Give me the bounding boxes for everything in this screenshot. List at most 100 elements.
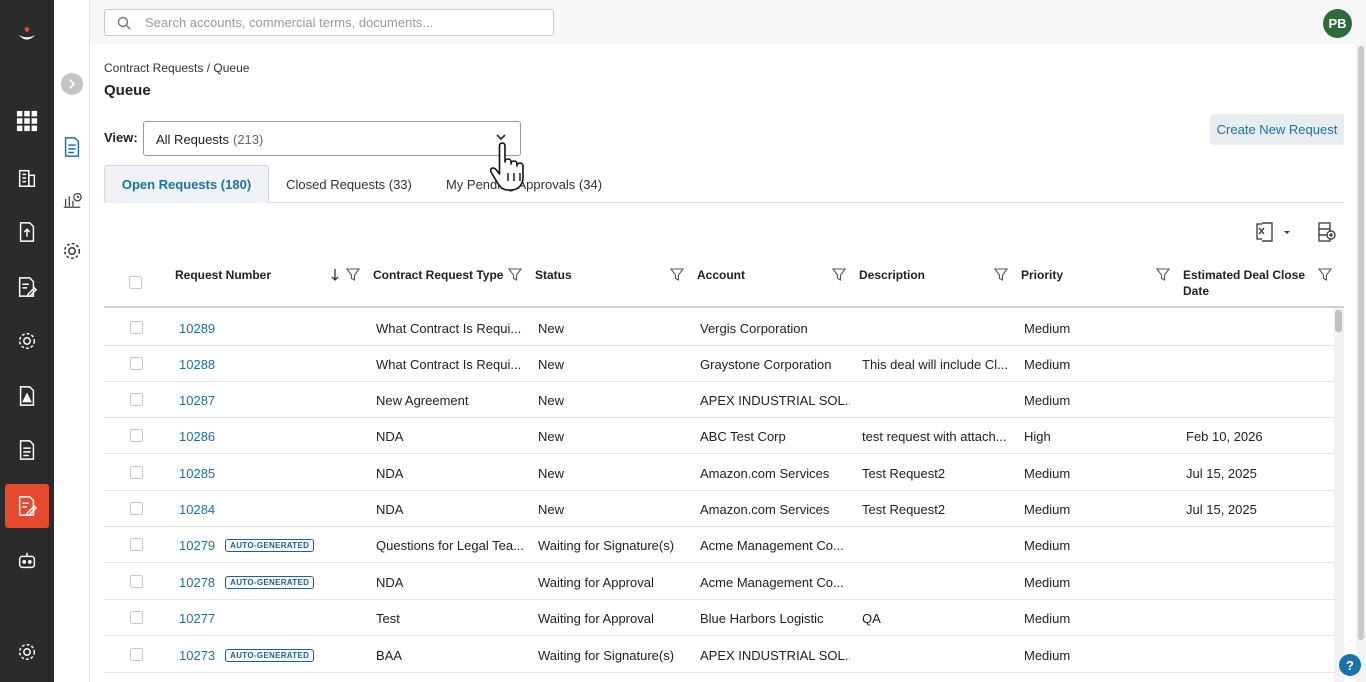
table-row[interactable]: 10289 What Contract Is Requi... New Vergis … xyxy=(104,310,1334,346)
col-priority[interactable]: Priority xyxy=(1021,267,1063,283)
cell-request-number: 10277 xyxy=(179,600,369,636)
table-row[interactable]: 10286 NDA New ABC Test Corp test request wit… xyxy=(104,418,1334,454)
table-scrollbar-thumb[interactable] xyxy=(1335,310,1342,332)
auto-generated-badge: AUTO-GENERATED xyxy=(225,648,315,662)
cell-account: Vergis Corporation xyxy=(700,320,808,336)
row-checkbox[interactable] xyxy=(130,648,143,661)
cell-contract-request-type: Test xyxy=(376,610,400,626)
cell-close-date: Jul 15, 2025 xyxy=(1186,501,1257,517)
row-checkbox[interactable] xyxy=(130,502,143,515)
cell-contract-request-type: Questions for Legal Tea... xyxy=(376,537,524,553)
cell-close-date xyxy=(1186,310,1326,346)
gear-icon[interactable] xyxy=(9,323,45,359)
cell-request-number: 10278 AUTO-GENERATED xyxy=(179,564,369,600)
cell-status: New xyxy=(538,392,565,408)
filter-icon[interactable] xyxy=(670,268,684,282)
request-number-link[interactable]: 10288 xyxy=(179,357,215,372)
row-checkbox[interactable] xyxy=(130,429,143,442)
request-number-link[interactable]: 10279 xyxy=(179,538,215,553)
document-icon[interactable] xyxy=(9,432,45,468)
col-contract-request-type[interactable]: Contract Request Type xyxy=(373,267,503,283)
filter-icon[interactable] xyxy=(346,268,360,282)
cell-description xyxy=(862,564,1012,600)
bot-icon[interactable] xyxy=(9,543,45,579)
table-row[interactable]: 10285 NDA New Amazon.com Services Test Reque… xyxy=(104,455,1334,491)
table-scrollbar[interactable] xyxy=(1334,308,1344,682)
main-nav-rail xyxy=(0,0,54,682)
cell-account: Amazon.com Services xyxy=(700,501,830,517)
view-select-value: All Requests (213) xyxy=(156,132,263,147)
cell-status: New xyxy=(538,320,565,336)
page-scrollbar[interactable] xyxy=(1356,44,1366,682)
contract-request-icon[interactable] xyxy=(5,484,49,528)
table-row[interactable]: 10277 Test Waiting for Approval Blue Harbor… xyxy=(104,600,1334,636)
breadcrumb: Contract Requests / Queue xyxy=(104,61,250,75)
settings-gear-icon[interactable] xyxy=(60,239,84,263)
table-row[interactable]: 10287 New Agreement New APEX INDUSTRIAL SOL… xyxy=(104,382,1334,418)
row-checkbox[interactable] xyxy=(130,466,143,479)
table-header: Request Number Contract Request Type Sta… xyxy=(104,256,1344,308)
col-description[interactable]: Description xyxy=(859,267,925,283)
row-checkbox[interactable] xyxy=(130,575,143,588)
filter-icon[interactable] xyxy=(1156,268,1170,282)
create-new-request-button[interactable]: Create New Request xyxy=(1210,114,1344,145)
table-row[interactable]: 10284 NDA New Amazon.com Services Test Reque… xyxy=(104,491,1334,527)
page-scrollbar-thumb[interactable] xyxy=(1358,46,1364,640)
filter-icon[interactable] xyxy=(508,268,522,282)
row-checkbox[interactable] xyxy=(130,393,143,406)
cell-account: APEX INDUSTRIAL SOL... xyxy=(700,647,850,663)
table-row[interactable]: 10279 AUTO-GENERATED Questions for Legal T… xyxy=(104,527,1334,563)
excel-export-icon[interactable] xyxy=(1252,220,1292,244)
request-number-link[interactable]: 10285 xyxy=(179,466,215,481)
request-number-link[interactable]: 10278 xyxy=(179,575,215,590)
filter-icon[interactable] xyxy=(832,268,846,282)
report-icon[interactable] xyxy=(60,187,84,211)
request-number-link[interactable]: 10284 xyxy=(179,502,215,517)
pointer-cursor-icon xyxy=(490,142,524,191)
select-all-checkbox[interactable] xyxy=(129,276,142,289)
expand-icon[interactable] xyxy=(61,73,83,95)
sort-down-icon[interactable] xyxy=(330,268,340,282)
request-number-link[interactable]: 10277 xyxy=(179,611,215,626)
pdf-doc-icon[interactable] xyxy=(9,378,45,414)
row-checkbox[interactable] xyxy=(130,357,143,370)
tab-closed-requests[interactable]: Closed Requests (33) xyxy=(269,165,429,203)
col-status[interactable]: Status xyxy=(535,267,572,283)
logo-icon[interactable] xyxy=(9,17,45,53)
cell-request-number: 10279 AUTO-GENERATED xyxy=(179,527,369,563)
search-input[interactable] xyxy=(145,13,545,32)
col-request-number[interactable]: Request Number xyxy=(175,267,271,283)
row-checkbox[interactable] xyxy=(130,538,143,551)
building-icon[interactable] xyxy=(9,160,45,196)
request-number-link[interactable]: 10287 xyxy=(179,393,215,408)
request-number-link[interactable]: 10286 xyxy=(179,429,215,444)
table-row[interactable]: 10278 AUTO-GENERATED NDA Waiting for Approv… xyxy=(104,564,1334,600)
cell-close-date xyxy=(1186,637,1326,673)
queue-doc-icon[interactable] xyxy=(60,135,84,159)
app-root: PB Contract Requests / Queue Queue View:… xyxy=(0,0,1366,682)
view-select[interactable]: All Requests (213) xyxy=(143,121,521,156)
filter-icon[interactable] xyxy=(1318,268,1332,282)
col-estimated-deal-close-date[interactable]: Estimated Deal Close Date xyxy=(1183,267,1308,299)
auto-generated-badge: AUTO-GENERATED xyxy=(225,575,315,589)
edit-doc-icon[interactable] xyxy=(9,269,45,305)
filter-icon[interactable] xyxy=(994,268,1008,282)
cell-description: Test Request2 xyxy=(862,501,946,517)
cell-request-number: 10286 xyxy=(179,418,369,454)
table-row[interactable]: 10288 What Contract Is Requi... New Graysto… xyxy=(104,346,1334,382)
help-button[interactable]: ? xyxy=(1339,654,1361,676)
row-checkbox[interactable] xyxy=(130,321,143,334)
table-row[interactable]: 10273 AUTO-GENERATED BAA Waiting for Signat… xyxy=(104,637,1334,673)
grid-icon[interactable] xyxy=(9,103,45,139)
upload-doc-icon[interactable] xyxy=(9,214,45,250)
cell-close-date xyxy=(1186,382,1326,418)
settings-icon[interactable] xyxy=(9,634,45,670)
row-checkbox[interactable] xyxy=(130,611,143,624)
column-chooser-icon[interactable] xyxy=(1314,220,1338,244)
tab-open-requests[interactable]: Open Requests (180) xyxy=(104,165,269,203)
avatar[interactable]: PB xyxy=(1323,9,1352,38)
request-number-link[interactable]: 10289 xyxy=(179,321,215,336)
col-account[interactable]: Account xyxy=(697,267,745,283)
request-number-link[interactable]: 10273 xyxy=(179,648,215,663)
cell-status: New xyxy=(538,428,565,444)
